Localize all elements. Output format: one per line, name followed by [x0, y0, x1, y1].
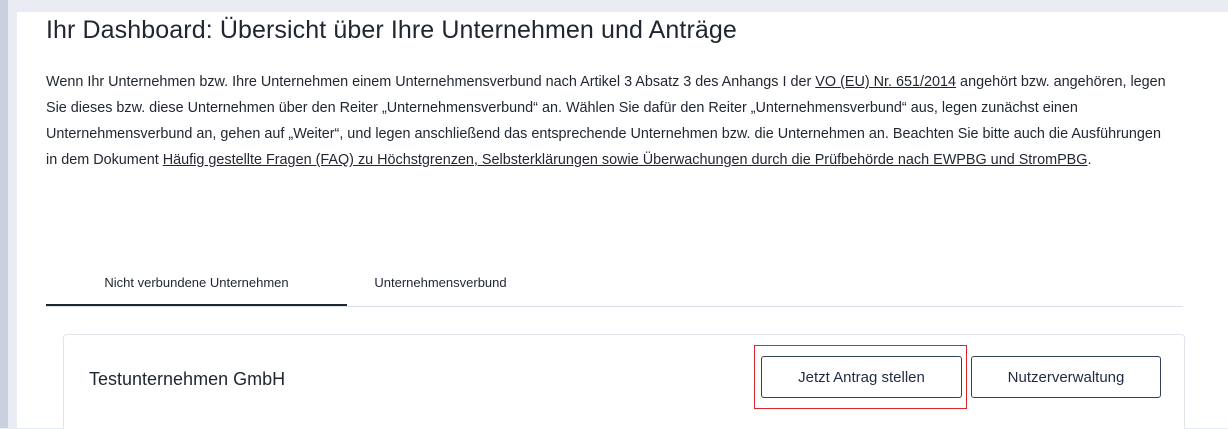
intro-text: Wenn Ihr Unternehmen bzw. Ihre Unternehm…: [46, 69, 1176, 173]
intro-text-part-3: .: [1087, 152, 1092, 168]
page-title: Ihr Dashboard: Übersicht über Ihre Unter…: [46, 16, 737, 44]
company-tabs: Nicht verbundene Unternehmen Unternehmen…: [46, 260, 1183, 307]
left-sidebar-edge: [0, 0, 8, 428]
company-name: Testunternehmen GmbH: [89, 369, 286, 389]
tab-company-group[interactable]: Unternehmensverbund: [347, 260, 534, 305]
intro-text-part-1: Wenn Ihr Unternehmen bzw. Ihre Unternehm…: [46, 74, 816, 90]
tab-unaffiliated-companies[interactable]: Nicht verbundene Unternehmen: [46, 260, 347, 306]
faq-link[interactable]: Häufig gestellte Fragen (FAQ) zu Höchstg…: [163, 152, 1088, 168]
company-card: Testunternehmen GmbH Jetzt Antrag stelle…: [63, 334, 1185, 429]
submit-application-button[interactable]: Jetzt Antrag stellen: [761, 356, 962, 398]
user-management-button[interactable]: Nutzerverwaltung: [971, 356, 1161, 398]
regulation-link[interactable]: VO (EU) Nr. 651/2014: [815, 74, 956, 90]
